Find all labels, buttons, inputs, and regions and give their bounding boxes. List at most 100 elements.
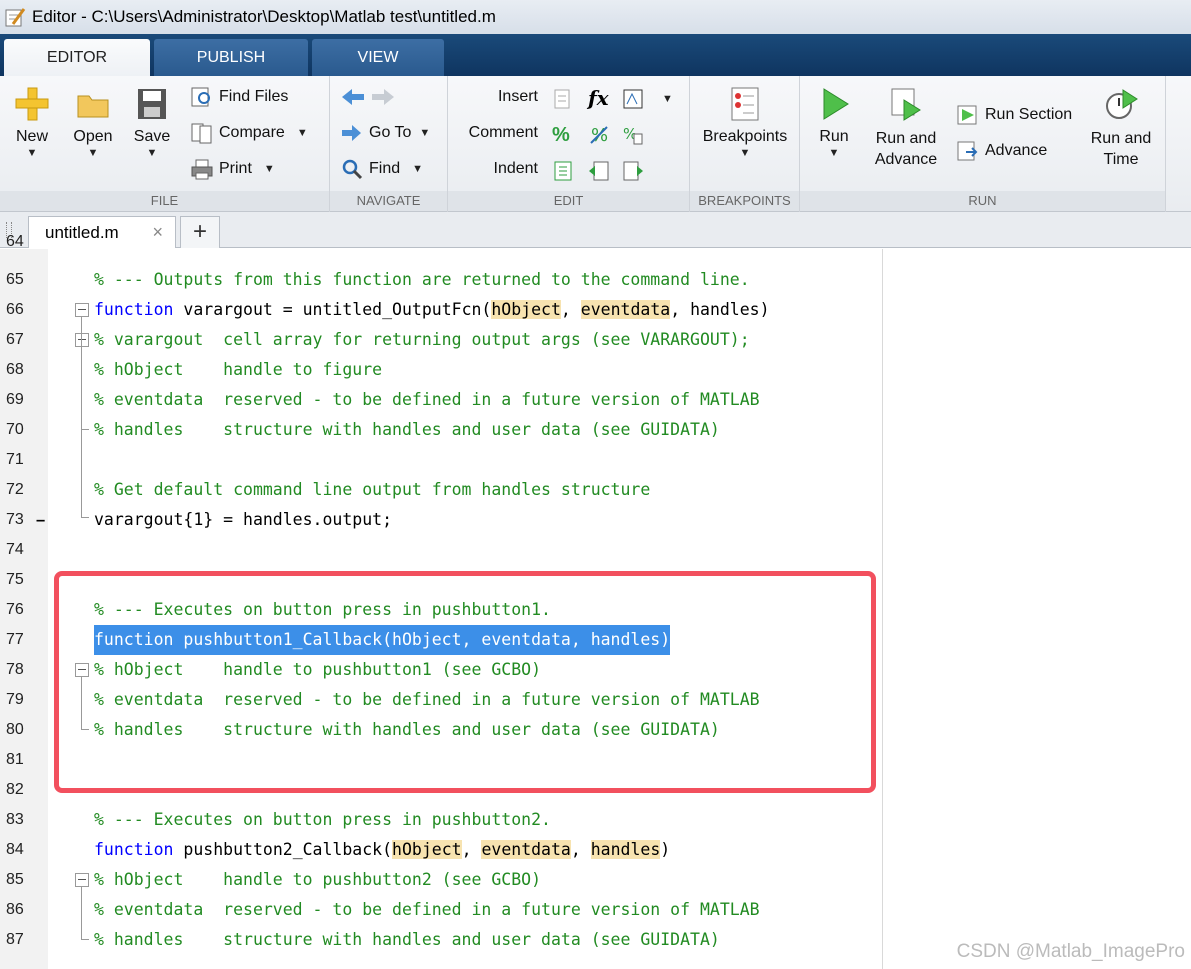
fold-toggle-icon[interactable] <box>75 873 89 887</box>
fx-icon[interactable]: fx <box>588 86 610 110</box>
go-to-button[interactable]: Go To ▼ <box>340 122 430 144</box>
line-number: 80 <box>6 721 24 738</box>
fold-guide <box>81 887 82 939</box>
run-button[interactable]: Run ▼ <box>814 86 854 160</box>
edit-group-label: EDIT <box>448 191 689 211</box>
compare-icon <box>190 122 214 144</box>
code-line: 71 <box>0 445 880 475</box>
line-number: 84 <box>6 841 24 858</box>
advance-button[interactable]: Advance <box>956 140 1047 162</box>
line-number: 72 <box>6 481 24 498</box>
fold-guide-end <box>81 939 89 940</box>
editor-icon <box>4 6 26 28</box>
code-line: 68 % hObject handle to figure <box>0 355 880 385</box>
print-button[interactable]: Print ▼ <box>190 158 275 180</box>
line-number: 75 <box>6 571 24 588</box>
breakpoints-group-label: BREAKPOINTS <box>690 191 799 211</box>
line-number: 66 <box>6 301 24 318</box>
chevron-down-icon: ▼ <box>419 127 431 139</box>
fold-toggle-icon[interactable] <box>75 333 89 347</box>
line-number: 76 <box>6 601 24 618</box>
insert-section-icon[interactable] <box>552 88 574 110</box>
find-files-button[interactable]: Find Files <box>190 86 288 108</box>
increase-indent-icon[interactable] <box>588 160 610 182</box>
run-group: Run ▼ Run and Advance Run Section Advanc… <box>800 76 1166 212</box>
chevron-down-icon: ▼ <box>412 163 424 175</box>
fold-guide-end <box>81 517 89 518</box>
line-number: 70 <box>6 421 24 438</box>
open-button[interactable]: Open ▼ <box>70 86 116 160</box>
code-line: 84 function pushbutton2_Callback(hObject… <box>0 835 880 865</box>
right-margin-line <box>882 249 883 969</box>
line-number: 67 <box>6 331 24 348</box>
compare-button[interactable]: Compare ▼ <box>190 122 308 144</box>
advance-label: Advance <box>985 142 1048 159</box>
code-text: varargout{1} = handles.output; <box>94 510 393 529</box>
breakpoints-label: Breakpoints <box>702 128 788 145</box>
comment-label: Comment <box>468 124 538 141</box>
line-number: 83 <box>6 811 24 828</box>
run-and-advance-label: Run and Advance <box>874 130 938 168</box>
new-icon <box>14 86 50 122</box>
uncomment-icon[interactable]: % <box>588 124 610 146</box>
breakpoints-icon <box>727 86 763 122</box>
code-editor[interactable]: 64 65 % --- Outputs from this function a… <box>0 233 1191 969</box>
wrap-comments-icon[interactable]: % <box>622 124 644 146</box>
run-and-time-button[interactable]: Run and Time <box>1086 86 1156 170</box>
line-number: 86 <box>6 901 24 918</box>
line-number: 77 <box>6 631 24 648</box>
chevron-down-icon[interactable]: ▼ <box>662 92 673 106</box>
new-label: New <box>15 128 48 145</box>
chevron-down-icon: ▼ <box>146 147 158 159</box>
line-number: 71 <box>6 451 24 468</box>
ribbon-tab-strip: EDITOR PUBLISH VIEW <box>0 34 1191 76</box>
fold-toggle-icon[interactable] <box>75 303 89 317</box>
find-button[interactable]: Find ▼ <box>340 158 423 180</box>
code-line: 67 % varargout cell array for returning … <box>0 325 880 355</box>
open-label: Open <box>73 128 113 145</box>
code-text: % hObject handle to figure <box>94 360 383 379</box>
back-forward-buttons[interactable] <box>340 86 401 108</box>
line-number: 79 <box>6 691 24 708</box>
code-line: 66 function varargout = untitled_OutputF… <box>0 295 880 325</box>
tab-editor[interactable]: EDITOR <box>4 39 150 76</box>
new-button[interactable]: New ▼ <box>10 86 54 160</box>
run-and-advance-icon <box>888 86 924 122</box>
smart-indent-icon[interactable] <box>552 160 574 182</box>
title-bar: Editor - C:\Users\Administrator\Desktop\… <box>0 0 1191 34</box>
find-label: Find <box>369 160 401 177</box>
code-text: % Get default command line output from h… <box>94 480 651 499</box>
chevron-down-icon: ▼ <box>296 127 308 139</box>
file-group-label: FILE <box>0 191 329 211</box>
tab-view[interactable]: VIEW <box>312 39 444 76</box>
code-text: % --- Outputs from this function are ret… <box>94 270 750 289</box>
insert-function-icon[interactable] <box>622 88 644 110</box>
comment-icon[interactable]: % <box>552 124 574 146</box>
breakpoint-marker[interactable]: – <box>36 505 45 535</box>
save-button[interactable]: Save ▼ <box>130 86 174 160</box>
tab-publish[interactable]: PUBLISH <box>154 39 308 76</box>
line-number: 81 <box>6 751 24 768</box>
run-section-icon <box>956 104 980 126</box>
code-line: 83 % --- Executes on button press in pus… <box>0 805 880 835</box>
code-text: % handles structure with handles and use… <box>94 930 720 949</box>
find-files-icon <box>190 86 214 108</box>
decrease-indent-icon[interactable] <box>622 160 644 182</box>
run-section-button[interactable]: Run Section <box>956 104 1072 126</box>
line-number: 78 <box>6 661 24 678</box>
run-and-advance-button[interactable]: Run and Advance <box>868 86 944 170</box>
code-line: 85 % hObject handle to pushbutton2 (see … <box>0 865 880 895</box>
breakpoints-button[interactable]: Breakpoints ▼ <box>700 86 790 160</box>
ribbon: New ▼ Open ▼ Save ▼ Find Files Compare ▼ <box>0 76 1191 212</box>
go-to-icon <box>340 122 364 144</box>
code-text: % varargout cell array for returning out… <box>94 330 750 349</box>
chevron-down-icon: ▼ <box>87 147 99 159</box>
find-files-label: Find Files <box>219 88 289 105</box>
navigate-group: Go To ▼ Find ▼ NAVIGATE <box>330 76 448 212</box>
code-text: function pushbutton2_Callback(hObject, e… <box>94 840 671 859</box>
code-line: 74 <box>0 535 880 565</box>
folder-icon <box>75 86 111 122</box>
code-line: 87 % handles structure with handles and … <box>0 925 880 955</box>
run-group-label: RUN <box>800 191 1165 211</box>
run-and-time-label: Run and Time <box>1090 130 1152 168</box>
